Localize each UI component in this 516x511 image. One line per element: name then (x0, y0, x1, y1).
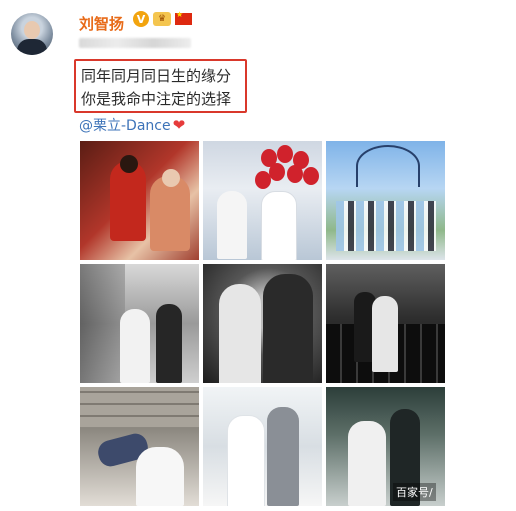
wedding-photo-8[interactable] (203, 387, 322, 506)
mention-link[interactable]: @栗立-Dance ❤ (79, 115, 185, 135)
wedding-party (336, 201, 436, 251)
wedding-photo-2[interactable] (203, 141, 322, 260)
post-text-line-1: 同年同月同日生的缘分 (81, 67, 232, 85)
wedding-photo-3[interactable] (326, 141, 445, 260)
verified-icon: V (133, 11, 149, 27)
groom-figure (261, 191, 297, 260)
avatar[interactable] (11, 13, 53, 55)
tree-trunk (80, 264, 125, 383)
groom-head (162, 169, 180, 187)
post-text-highlighted: 同年同月同日生的缘分 你是我命中注定的选择 (74, 59, 247, 113)
avatar-face (24, 21, 40, 39)
bride-figure (227, 415, 265, 506)
groom-figure (267, 407, 299, 506)
mention-text[interactable]: @栗立-Dance (79, 118, 171, 134)
user-badges: V ♛ (133, 10, 192, 27)
photo-grid (80, 141, 447, 511)
username[interactable]: 刘智扬 (79, 13, 124, 34)
china-flag-icon (175, 10, 192, 25)
wedding-photo-7[interactable] (80, 387, 199, 506)
bride-figure (348, 421, 386, 506)
groom-figure (156, 304, 182, 383)
post-meta-blurred (79, 38, 191, 48)
heart-icon: ❤ (172, 116, 186, 134)
bride-figure (110, 161, 146, 241)
bride-figure (217, 191, 247, 259)
bride-head (120, 155, 138, 173)
bride-figure (120, 309, 150, 383)
bride-figure (372, 296, 398, 372)
building-facade (80, 387, 199, 427)
crown-icon: ♛ (153, 12, 171, 26)
bride-figure (136, 447, 184, 506)
wedding-photo-4[interactable] (80, 264, 199, 383)
avatar-body (17, 39, 47, 55)
bride-figure (219, 284, 261, 383)
groom-figure (150, 176, 190, 251)
wedding-photo-1[interactable] (80, 141, 199, 260)
wedding-photo-5[interactable] (203, 264, 322, 383)
watermark: 百家号/ (393, 483, 436, 501)
wedding-photo-6[interactable] (326, 264, 445, 383)
gazebo-dome (356, 145, 420, 187)
post-text-line-2: 你是我命中注定的选择 (81, 90, 232, 108)
groom-figure (263, 274, 313, 383)
